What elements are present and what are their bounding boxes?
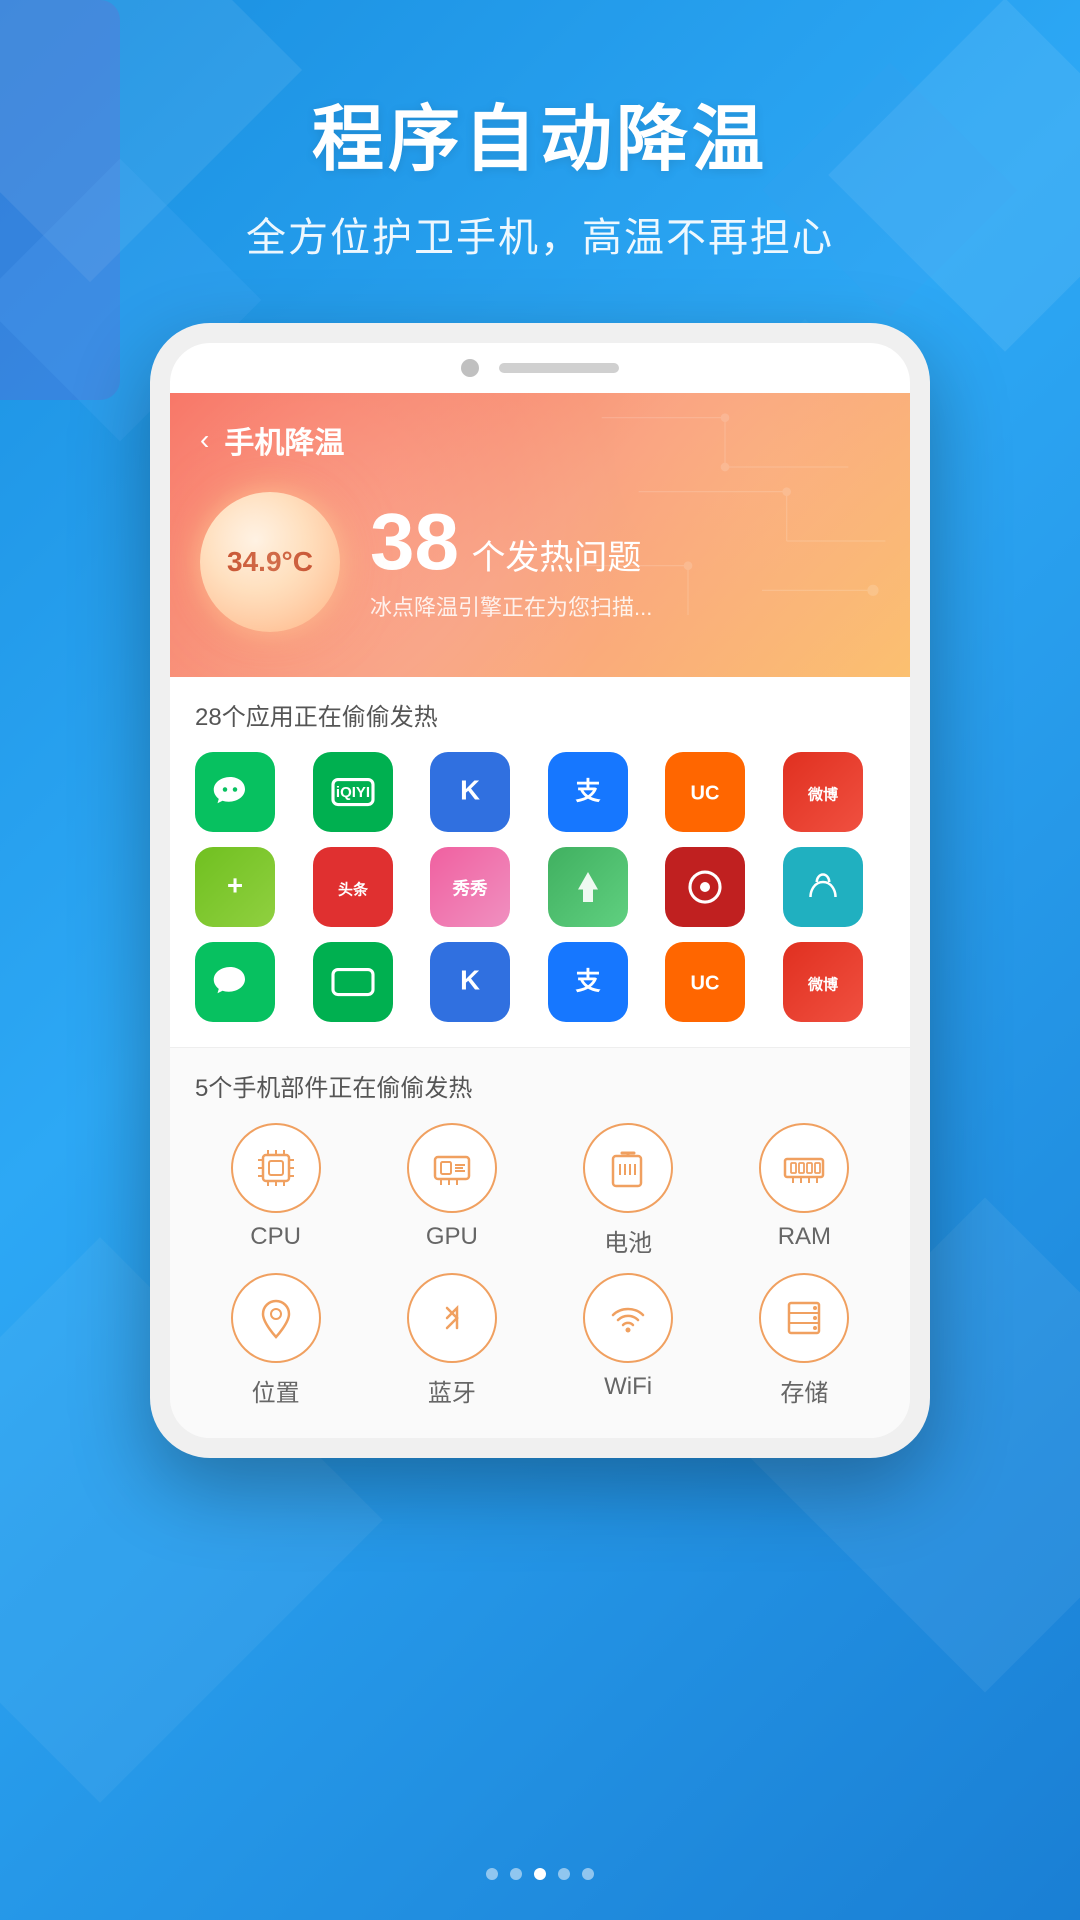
svg-text:微博: 微博: [806, 976, 837, 994]
svg-text:UC: UC: [691, 783, 720, 805]
component-storage[interactable]: 存储: [724, 1273, 885, 1408]
dot-3[interactable]: [534, 1868, 546, 1880]
phone-screen: ‹ 手机降温 34.9°C 38 个发热问题 冰点降温引擎正在为您扫描...: [170, 393, 910, 1438]
phone-container: ‹ 手机降温 34.9°C 38 个发热问题 冰点降温引擎正在为您扫描...: [0, 323, 1080, 1458]
location-label: 位置: [252, 1373, 300, 1408]
component-section-title: 5个手机部件正在偷偷发热: [195, 1068, 885, 1103]
dot-2[interactable]: [510, 1868, 522, 1880]
svg-text:头条: 头条: [337, 881, 368, 899]
dot-4[interactable]: [558, 1868, 570, 1880]
component-section: 5个手机部件正在偷偷发热: [170, 1047, 910, 1438]
component-ram[interactable]: RAM: [724, 1123, 885, 1258]
battery-label: 电池: [604, 1223, 652, 1258]
app-icon-kuwo-2[interactable]: K: [430, 942, 510, 1022]
app-icon-camel[interactable]: [783, 847, 863, 927]
app-icon-kuwo[interactable]: K: [430, 752, 510, 832]
component-location[interactable]: 位置: [195, 1273, 356, 1408]
app-content: 34.9°C 38 个发热问题 冰点降温引擎正在为您扫描...: [200, 482, 880, 642]
storage-label: 存储: [780, 1373, 828, 1408]
wifi-label: WiFi: [604, 1373, 652, 1401]
app-section: 28个应用正在偷偷发热 iQIYI K 支: [170, 677, 910, 1047]
component-cpu[interactable]: CPU: [195, 1123, 356, 1258]
svg-text:K: K: [460, 775, 480, 806]
location-icon-circle: [231, 1273, 321, 1363]
storage-icon-circle: [759, 1273, 849, 1363]
component-wifi[interactable]: WiFi: [548, 1273, 709, 1408]
battery-icon-circle: [583, 1123, 673, 1213]
svg-text:支: 支: [575, 778, 600, 806]
component-grid: CPU: [195, 1123, 885, 1258]
header: 程序自动降温 全方位护卫手机，高温不再担心: [0, 0, 1080, 323]
app-icon-weibo[interactable]: 微博: [783, 752, 863, 832]
component-battery[interactable]: 电池: [548, 1123, 709, 1258]
phone-mockup: ‹ 手机降温 34.9°C 38 个发热问题 冰点降温引擎正在为您扫描...: [150, 323, 930, 1458]
gpu-icon-circle: [407, 1123, 497, 1213]
app-icon-iqiyi[interactable]: iQIYI: [313, 752, 393, 832]
app-grid: iQIYI K 支 UC 微博 +: [195, 752, 885, 1022]
app-header: ‹ 手机降温 34.9°C 38 个发热问题 冰点降温引擎正在为您扫描...: [170, 393, 910, 677]
app-icon-wechat-2[interactable]: [195, 942, 275, 1022]
app-icon-netease[interactable]: [665, 847, 745, 927]
app-icon-alipay-2[interactable]: 支: [548, 942, 628, 1022]
bluetooth-label: 蓝牙: [428, 1373, 476, 1408]
svg-text:K: K: [460, 965, 480, 996]
app-title: 手机降温: [224, 418, 344, 462]
app-icon-weibo-2[interactable]: 微博: [783, 942, 863, 1022]
cpu-icon-circle: [231, 1123, 321, 1213]
heat-count-row: 38 个发热问题: [370, 502, 880, 582]
back-button[interactable]: ‹: [200, 424, 209, 456]
svg-text:支: 支: [575, 968, 600, 996]
app-icon-toutiao[interactable]: 头条: [313, 847, 393, 927]
app-icon-uc[interactable]: UC: [665, 752, 745, 832]
component-grid-row2: 位置 蓝牙: [195, 1273, 885, 1418]
header-title: 程序自动降温: [0, 80, 1080, 185]
dot-1[interactable]: [486, 1868, 498, 1880]
app-icon-meitu[interactable]: 秀秀: [430, 847, 510, 927]
svg-text:+: +: [227, 870, 243, 901]
app-icon-uc-2[interactable]: UC: [665, 942, 745, 1022]
heat-description: 冰点降温引擎正在为您扫描...: [370, 590, 880, 622]
dot-5[interactable]: [582, 1868, 594, 1880]
svg-text:iQIYI: iQIYI: [335, 784, 369, 801]
component-gpu[interactable]: GPU: [371, 1123, 532, 1258]
phone-camera: [461, 359, 479, 377]
page-dots: [486, 1868, 594, 1880]
app-icon-iqiyi-2[interactable]: [313, 942, 393, 1022]
temp-glow: [185, 477, 355, 647]
app-nav: ‹ 手机降温: [200, 418, 880, 462]
cpu-label: CPU: [250, 1223, 301, 1251]
gpu-label: GPU: [426, 1223, 478, 1251]
app-icon-wechat[interactable]: [195, 752, 275, 832]
heat-label: 个发热问题: [471, 539, 641, 577]
ram-icon-circle: [759, 1123, 849, 1213]
app-icon-maps[interactable]: [548, 847, 628, 927]
app-section-title: 28个应用正在偷偷发热: [195, 697, 885, 732]
ram-label: RAM: [778, 1223, 831, 1251]
heat-info: 38 个发热问题 冰点降温引擎正在为您扫描...: [370, 502, 880, 622]
heat-count: 38: [370, 497, 459, 586]
app-icon-360[interactable]: +: [195, 847, 275, 927]
component-bluetooth[interactable]: 蓝牙: [371, 1273, 532, 1408]
svg-text:UC: UC: [691, 973, 720, 995]
svg-text:微博: 微博: [806, 786, 837, 804]
temperature-circle: 34.9°C: [200, 492, 340, 632]
svg-text:秀秀: 秀秀: [452, 879, 488, 899]
phone-speaker: [499, 363, 619, 373]
bluetooth-icon-circle: [407, 1273, 497, 1363]
phone-notch: [170, 343, 910, 393]
app-icon-alipay[interactable]: 支: [548, 752, 628, 832]
wifi-icon-circle: [583, 1273, 673, 1363]
header-subtitle: 全方位护卫手机，高温不再担心: [0, 205, 1080, 263]
